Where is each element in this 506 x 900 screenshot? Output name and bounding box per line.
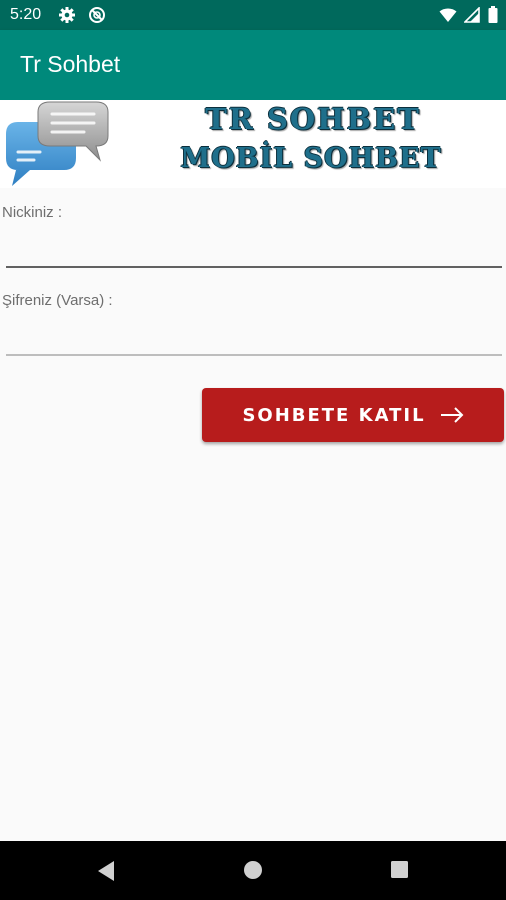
chat-bubbles-icon [6, 101, 109, 186]
app-bar: Tr Sohbet [0, 30, 506, 100]
gear-icon [59, 7, 75, 23]
recents-icon[interactable] [390, 860, 409, 879]
back-icon[interactable] [96, 860, 116, 882]
signal-icon [462, 5, 480, 23]
nick-input[interactable] [6, 232, 502, 268]
app-title: Tr Sohbet [20, 51, 121, 77]
banner: TR SOHBET MOBİL SOHBET [0, 100, 506, 188]
join-chat-button-label: SOHBETE KATIL [242, 404, 426, 426]
banner-subtitle: MOBİL SOHBET [180, 143, 442, 174]
arrow-right-icon [440, 407, 463, 423]
battery-icon [488, 6, 498, 24]
join-chat-button[interactable]: SOHBETE KATIL [202, 388, 504, 442]
wifi-icon [439, 8, 457, 22]
status-left-icons [58, 6, 106, 24]
nick-label: Nickiniz : [2, 204, 63, 221]
home-icon[interactable] [243, 860, 263, 880]
password-label: Şifreniz (Varsa) : [2, 292, 113, 309]
status-time: 5:20 [10, 6, 42, 23]
password-input[interactable] [6, 320, 502, 356]
status-bar: 5:20 [0, 0, 506, 30]
navigation-bar [0, 841, 506, 900]
no-disturb-icon [89, 7, 106, 23]
banner-title: TR SOHBET [205, 102, 421, 136]
status-right-icons [439, 5, 498, 24]
